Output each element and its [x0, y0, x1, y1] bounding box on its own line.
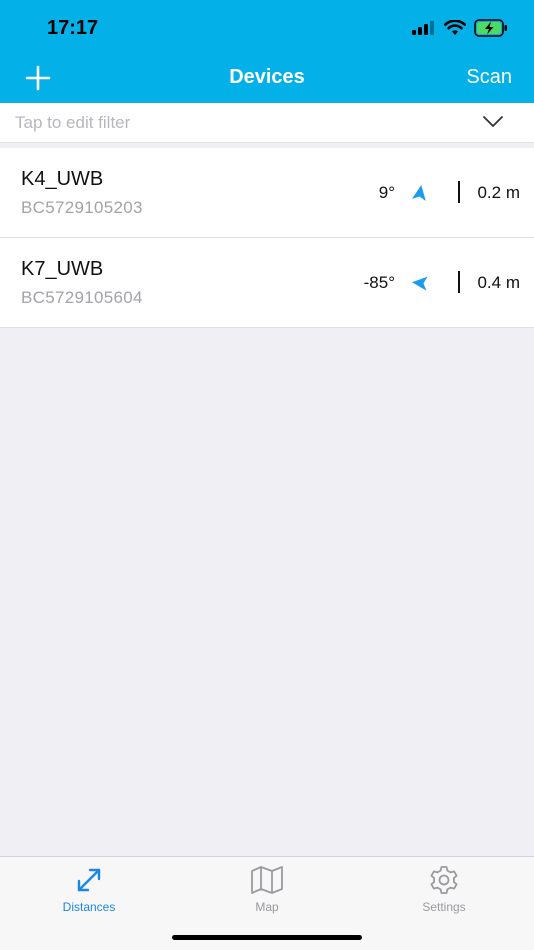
device-distance: 0.2 m [477, 183, 520, 202]
map-icon [251, 866, 283, 894]
tab-label: Settings [422, 900, 466, 914]
device-distance: 0.4 m [477, 273, 520, 292]
divider [458, 271, 460, 293]
divider [458, 181, 460, 203]
device-name: K4_UWB [21, 168, 104, 190]
page-title: Devices [229, 66, 305, 88]
home-indicator [172, 935, 362, 940]
wifi-icon [444, 20, 466, 35]
gear-icon [430, 866, 458, 894]
cellular-signal-icon [412, 21, 434, 35]
tab-distances[interactable]: Distances [29, 865, 149, 914]
device-row[interactable]: K4_UWB BC5729105203 9° 0.2 m [0, 148, 534, 238]
tab-map[interactable]: Map [207, 865, 327, 914]
device-angle: 9° [378, 183, 395, 202]
status-time: 17:17 [47, 17, 99, 39]
device-id: BC5729105203 [21, 198, 143, 217]
device-list: K4_UWB BC5729105203 9° 0.2 m K7_UWB BC57… [0, 148, 534, 328]
chevron-down-icon[interactable] [482, 115, 504, 129]
direction-arrow-icon [411, 185, 426, 202]
device-id: BC5729105604 [21, 288, 143, 307]
status-icons [412, 17, 508, 39]
filter-bar[interactable]: Tap to edit filter [0, 103, 534, 143]
device-row[interactable]: K7_UWB BC5729105604 -85° 0.4 m [0, 238, 534, 328]
device-angle: -85° [363, 273, 395, 292]
scan-button[interactable]: Scan [466, 66, 512, 89]
device-name: K7_UWB [21, 258, 104, 280]
tab-label: Distances [62, 900, 116, 914]
battery-charging-icon [474, 19, 507, 37]
filter-input[interactable]: Tap to edit filter [15, 113, 130, 133]
tab-settings[interactable]: Settings [384, 865, 504, 914]
direction-arrow-icon [412, 276, 428, 291]
distance-arrows-icon [77, 868, 101, 892]
header-bar: 17:17 Devices Scan [0, 0, 534, 103]
tab-label: Map [255, 900, 279, 914]
